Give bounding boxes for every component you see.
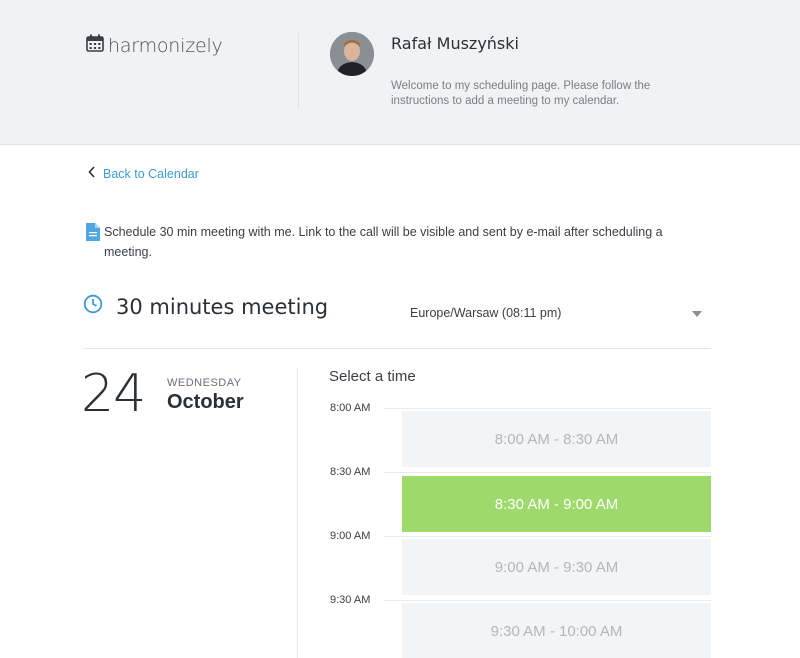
time-label: 9:00 AM [330,530,371,542]
host-name: Rafał Muszyński [391,34,519,53]
calendar-icon [85,33,105,58]
grid-line [384,600,711,601]
time-slot-selected[interactable]: 8:30 AM - 9:00 AM [402,476,711,532]
selected-weekday: WEDNESDAY [167,377,242,389]
section-divider [83,348,711,349]
grid-line [384,536,711,537]
timezone-value: Europe/Warsaw (08:11 pm) [410,306,562,320]
caret-down-icon [692,304,702,322]
time-label: 8:00 AM [330,402,371,414]
page-header: harmonizely Rafał Muszyński Welcome to m… [0,0,800,145]
back-link-label: Back to Calendar [103,167,199,181]
grid-line [384,472,711,473]
timezone-select[interactable]: Europe/Warsaw (08:11 pm) [410,304,710,322]
selected-month: October [167,391,244,413]
meeting-description: Schedule 30 min meeting with me. Link to… [85,222,705,262]
time-label: 9:30 AM [330,594,371,606]
avatar [330,32,374,76]
meeting-heading: 30 minutes meeting [83,294,328,319]
time-label: 8:30 AM [330,466,371,478]
time-slot[interactable]: 8:00 AM - 8:30 AM [402,411,711,467]
column-divider [297,368,298,658]
clock-icon [83,294,103,319]
logo-text: harmonizely [108,34,223,57]
select-time-title: Select a time [329,368,416,385]
logo[interactable]: harmonizely [85,33,223,58]
chevron-left-icon [88,165,96,183]
grid-line [384,408,711,409]
time-slot[interactable]: 9:00 AM - 9:30 AM [402,539,711,595]
meeting-title: 30 minutes meeting [116,294,329,319]
header-divider [298,33,299,109]
selected-day-number: 24 [81,364,146,424]
time-slot[interactable]: 9:30 AM - 10:00 AM [402,603,711,658]
back-to-calendar-link[interactable]: Back to Calendar [88,165,199,183]
welcome-text: Welcome to my scheduling page. Please fo… [391,80,651,107]
description-text: Schedule 30 min meeting with me. Link to… [104,225,663,259]
document-icon [85,223,100,262]
